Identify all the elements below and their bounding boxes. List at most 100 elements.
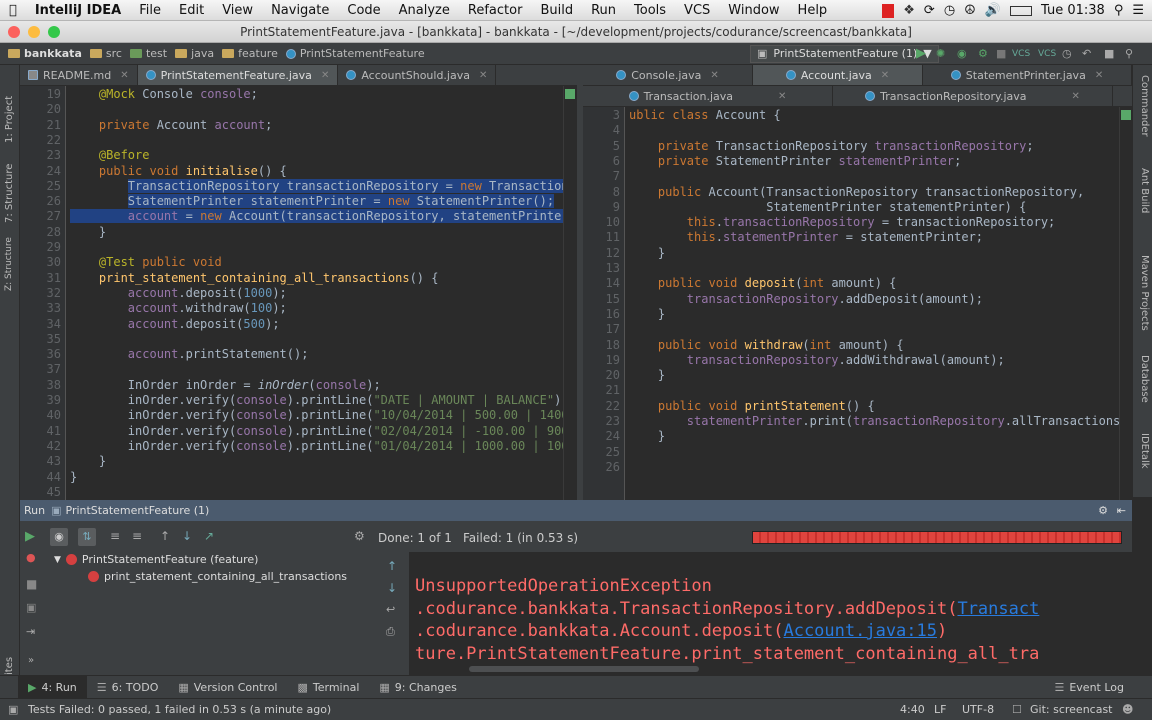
search-everywhere-icon[interactable]: ⚲	[1125, 47, 1133, 60]
vcs-branch[interactable]: Git: screencast	[1030, 699, 1113, 720]
menu-build[interactable]: Build	[531, 3, 582, 18]
breadcrumb-test[interactable]: test	[126, 47, 171, 60]
menu-run[interactable]: Run	[582, 3, 625, 18]
tool-version-control[interactable]: ▦ Version Control	[168, 681, 287, 694]
project-tool-tab[interactable]: 1: Project	[4, 96, 15, 143]
menu-vcs[interactable]: VCS	[675, 3, 719, 18]
breadcrumb-src[interactable]: src	[86, 47, 126, 60]
close-tab-icon[interactable]: ✕	[710, 70, 718, 81]
lock-icon[interactable]: ☐	[1012, 699, 1022, 720]
tool-terminal[interactable]: ▩ Terminal	[287, 681, 369, 694]
encoding[interactable]: UTF-8	[962, 699, 994, 720]
menu-navigate[interactable]: Navigate	[262, 3, 338, 18]
line-separator[interactable]: LF	[934, 699, 946, 720]
rerun-icon[interactable]: ▶	[25, 529, 35, 544]
close-tab-icon[interactable]: ✕	[479, 70, 487, 81]
settings-icon[interactable]: ⚙	[1098, 504, 1108, 517]
stop-icon[interactable]: ■	[26, 577, 37, 591]
help-icon[interactable]: ■	[1104, 47, 1114, 60]
right-editor-code[interactable]: ublic class Account { private Transactio…	[625, 107, 1119, 500]
sort-alpha-icon[interactable]: ≡	[110, 529, 120, 543]
minimize-window-icon[interactable]	[28, 26, 40, 38]
tab-transaction-repository[interactable]: TransactionRepository.java ✕	[833, 86, 1113, 106]
close-tab-icon[interactable]: ✕	[120, 70, 128, 81]
collapse-icon[interactable]: ▼	[54, 555, 61, 565]
tab-transaction[interactable]: Transaction.java ✕	[583, 86, 833, 106]
stacktrace-link-account[interactable]: Account.java:15	[783, 621, 937, 641]
run-icon[interactable]: ▶	[916, 46, 926, 61]
close-window-icon[interactable]	[8, 26, 20, 38]
rerun-failed-icon[interactable]: ●	[26, 551, 36, 564]
test-settings-icon[interactable]: ⚙	[354, 529, 365, 543]
tree-item-root[interactable]: ▼ PrintStatementFeature (feature)	[54, 553, 258, 566]
menu-edit[interactable]: Edit	[170, 3, 213, 18]
ant-build-tool-tab[interactable]: Ant Build	[1139, 168, 1150, 213]
breadcrumb-java[interactable]: java	[171, 47, 218, 60]
show-ignored-toggle[interactable]: ⇅	[78, 528, 96, 546]
tab-readme[interactable]: README.md ✕	[20, 65, 138, 85]
export-results-icon[interactable]: ↗	[204, 529, 214, 543]
debug-icon[interactable]: ✺	[936, 47, 945, 60]
volume-icon[interactable]: 🔊	[985, 3, 1001, 18]
stacktrace-link-transaction-repository[interactable]: Transact	[957, 599, 1039, 619]
vcs-update-icon[interactable]: VCS	[1012, 49, 1030, 59]
menu-analyze[interactable]: Analyze	[390, 3, 459, 18]
profile-icon[interactable]: ⚙	[978, 47, 988, 60]
z-structure-tool-tab[interactable]: Z: Structure	[4, 237, 14, 291]
sort-duration-icon[interactable]: ≡	[132, 529, 142, 543]
menu-help[interactable]: Help	[789, 3, 837, 18]
breadcrumb-class[interactable]: PrintStatementFeature	[282, 47, 429, 60]
apple-icon[interactable]: 	[0, 3, 26, 18]
stop-icon[interactable]: ■	[996, 47, 1006, 60]
console-output[interactable]: UnsupportedOperationException .codurance…	[409, 552, 1132, 675]
tab-account-should[interactable]: AccountShould.java ✕	[338, 65, 497, 85]
database-tool-tab[interactable]: Database	[1139, 355, 1150, 403]
right-editor-scrollbar[interactable]	[1119, 107, 1132, 500]
export-icon[interactable]: ⇥	[26, 625, 35, 638]
menu-refactor[interactable]: Refactor	[459, 3, 532, 18]
prev-failed-icon[interactable]: ↑	[160, 529, 170, 543]
left-editor-scrollbar[interactable]	[563, 86, 577, 500]
clock[interactable]: Tue 01:38	[1041, 3, 1105, 18]
close-tab-icon[interactable]: ✕	[1072, 91, 1080, 102]
record-icon[interactable]	[882, 3, 895, 18]
structure-tool-tab[interactable]: 7: Structure	[4, 164, 15, 223]
idetalk-tool-tab[interactable]: IDEtalk	[1139, 433, 1150, 469]
menu-code[interactable]: Code	[338, 3, 389, 18]
tool-todo[interactable]: ☰ 6: TODO	[87, 681, 169, 694]
notifications-icon[interactable]: ☰	[1132, 3, 1144, 18]
zoom-window-icon[interactable]	[48, 26, 60, 38]
up-stack-icon[interactable]: ↑	[387, 559, 397, 573]
close-tab-icon[interactable]: ✕	[881, 70, 889, 81]
tool-run[interactable]: ▶ 4: Run	[18, 675, 87, 699]
close-tab-icon[interactable]: ✕	[778, 91, 786, 102]
tree-item-test[interactable]: print_statement_containing_all_transacti…	[88, 570, 347, 583]
maven-projects-tool-tab[interactable]: Maven Projects	[1139, 255, 1150, 331]
tool-event-log[interactable]: ☰ Event Log	[1044, 681, 1134, 694]
camera-icon[interactable]: ▣	[26, 601, 36, 614]
wifi-icon[interactable]: ☮	[964, 3, 976, 18]
time-machine-icon[interactable]: ◷	[944, 3, 955, 18]
history-icon[interactable]: ◷	[1062, 47, 1072, 60]
vcs-commit-icon[interactable]: VCS	[1038, 49, 1056, 59]
revert-icon[interactable]: ↶	[1082, 47, 1091, 60]
more-icon[interactable]: »	[28, 655, 34, 666]
menu-view[interactable]: View	[213, 3, 262, 18]
inspector-icon[interactable]: ☻	[1122, 699, 1133, 720]
status-toggle-icon[interactable]: ▣	[8, 699, 18, 720]
close-tab-icon[interactable]: ✕	[1095, 70, 1103, 81]
tool-changes[interactable]: ▦ 9: Changes	[369, 681, 466, 694]
status-message[interactable]: Tests Failed: 0 passed, 1 failed in 0.53…	[28, 699, 331, 720]
down-stack-icon[interactable]: ↓	[387, 581, 397, 595]
menu-file[interactable]: File	[130, 3, 170, 18]
close-tab-icon[interactable]: ✕	[321, 70, 329, 81]
menu-tools[interactable]: Tools	[625, 3, 675, 18]
run-configuration-select[interactable]: ▣ PrintStatementFeature (1) ▼	[750, 45, 939, 63]
next-failed-icon[interactable]: ↓	[182, 529, 192, 543]
tab-print-statement-feature[interactable]: PrintStatementFeature.java ✕	[137, 65, 339, 85]
breadcrumb-feature[interactable]: feature	[218, 47, 282, 60]
dropbox-icon[interactable]: ❖	[903, 3, 915, 18]
tab-statement-printer[interactable]: StatementPrinter.java ✕	[923, 65, 1132, 85]
show-passed-toggle[interactable]: ◉	[50, 528, 68, 546]
spotlight-icon[interactable]: ⚲	[1114, 3, 1124, 18]
